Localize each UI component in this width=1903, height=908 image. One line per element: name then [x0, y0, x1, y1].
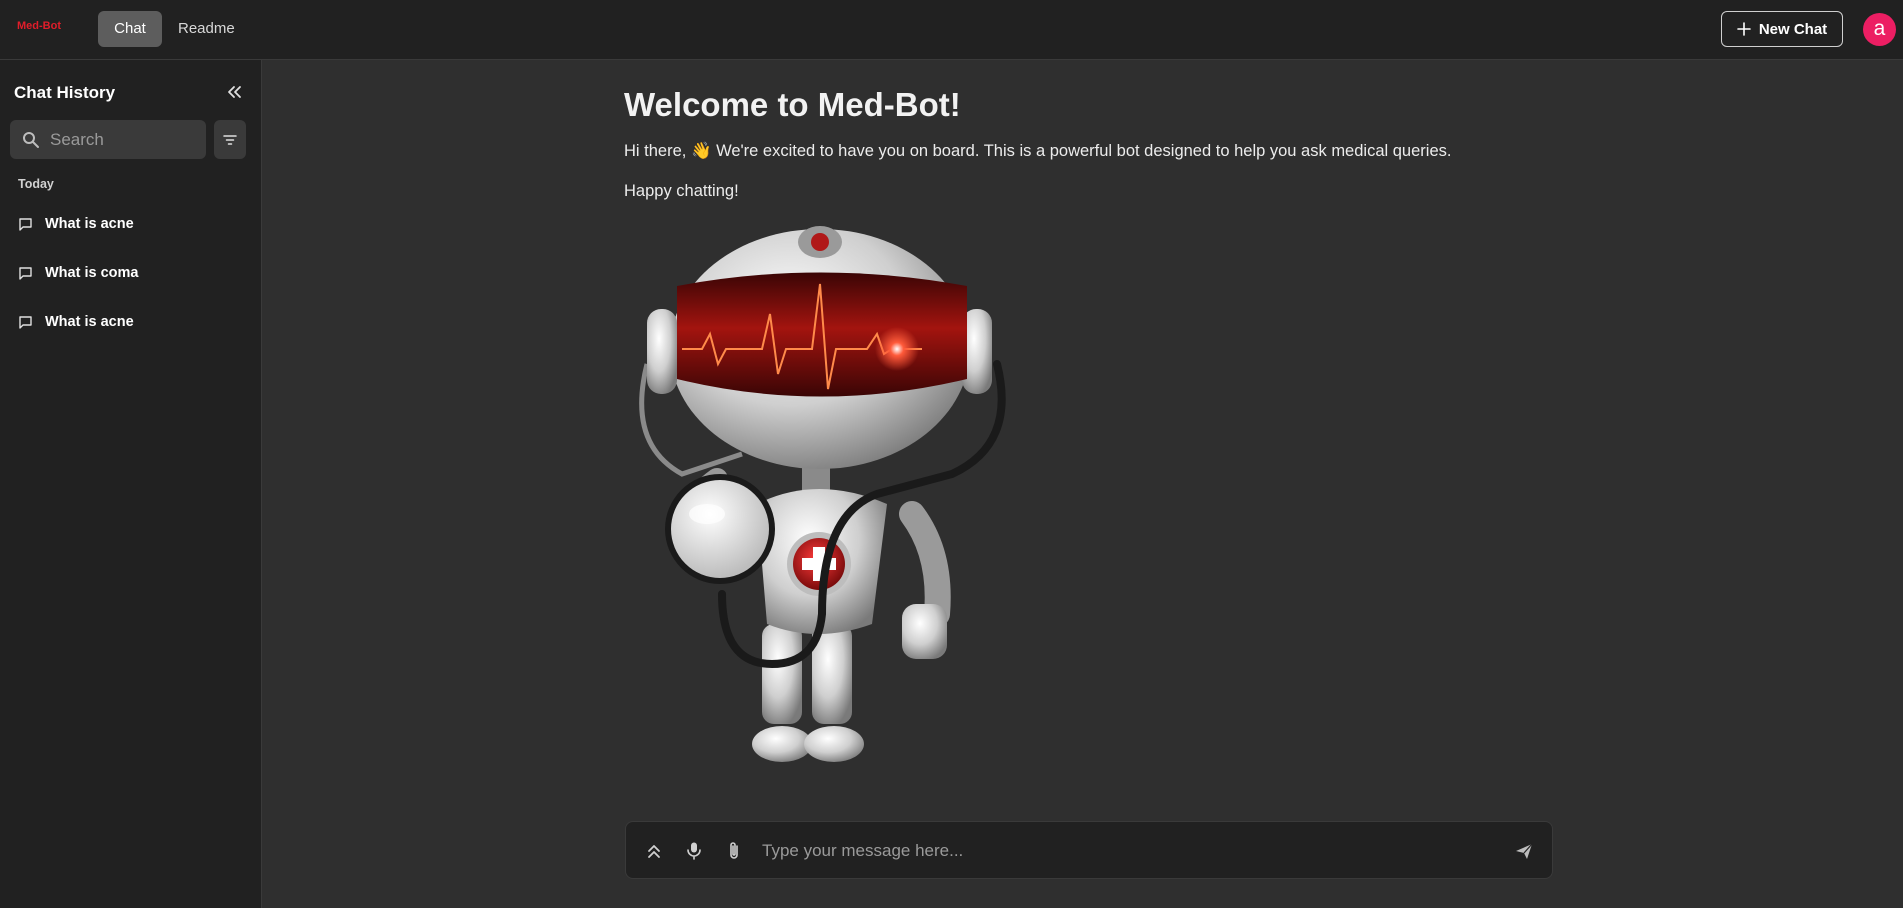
send-icon[interactable] — [1512, 839, 1536, 863]
plus-icon — [1737, 22, 1751, 36]
new-chat-button[interactable]: New Chat — [1721, 11, 1843, 47]
welcome-closing: Happy chatting! — [624, 182, 739, 200]
chat-bubble-icon — [19, 315, 32, 329]
new-chat-label: New Chat — [1758, 20, 1828, 38]
history-item[interactable]: What is coma — [18, 261, 138, 285]
chat-history-sidebar: Chat History Today What is acne What is … — [0, 60, 262, 908]
history-item-label: What is acne — [45, 314, 134, 330]
robot-doctor-illustration — [639, 226, 1006, 762]
history-group-label: Today — [18, 177, 54, 191]
tab-readme[interactable]: Readme — [163, 11, 250, 47]
microphone-icon[interactable] — [682, 839, 706, 863]
filter-icon — [223, 134, 237, 145]
sidebar-title: Chat History — [14, 83, 116, 102]
expand-options-icon[interactable] — [642, 839, 666, 863]
filter-button[interactable] — [214, 120, 246, 159]
attachment-icon[interactable] — [722, 839, 746, 863]
welcome-heading: Welcome to Med-Bot! — [624, 86, 961, 123]
app-logo[interactable]: Med-Bot — [17, 20, 61, 32]
collapse-sidebar-icon[interactable] — [224, 82, 244, 102]
welcome-intro: Hi there, 👋 We're excited to have you on… — [624, 142, 1452, 160]
search-box — [10, 120, 206, 159]
search-icon — [23, 131, 39, 148]
message-input[interactable] — [762, 835, 1482, 867]
history-item-label: What is acne — [45, 216, 134, 232]
history-item-label: What is coma — [45, 265, 139, 281]
tab-chat[interactable]: Chat — [98, 11, 162, 47]
history-item[interactable]: What is acne — [18, 310, 134, 334]
search-input[interactable] — [50, 129, 200, 150]
history-item[interactable]: What is acne — [18, 212, 134, 236]
top-bar: Med-Bot Chat Readme New Chat a — [0, 0, 1903, 60]
chat-bubble-icon — [19, 266, 32, 280]
message-composer — [625, 821, 1553, 879]
chat-bubble-icon — [19, 217, 32, 231]
user-avatar[interactable]: a — [1863, 13, 1896, 46]
